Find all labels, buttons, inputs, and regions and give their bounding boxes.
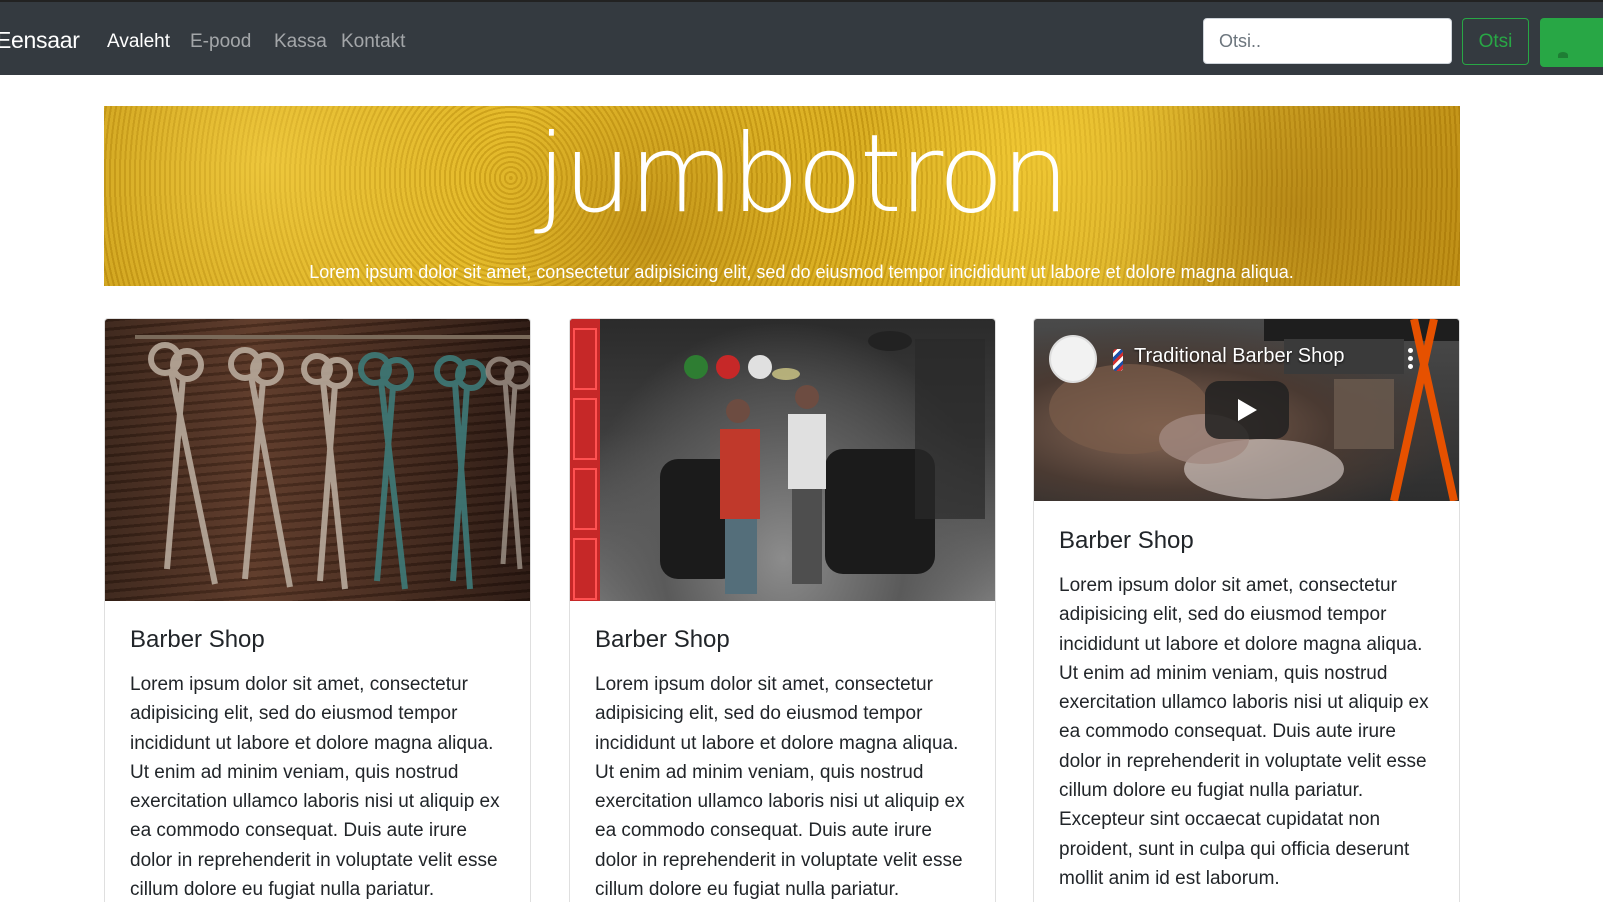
channel-avatar[interactable] bbox=[1049, 335, 1097, 383]
cart-button[interactable] bbox=[1540, 18, 1603, 67]
card-text: Lorem ipsum dolor sit amet, consectetur … bbox=[595, 674, 965, 901]
barbershop-interior-image bbox=[570, 319, 995, 601]
scissors-icon bbox=[135, 335, 530, 590]
card-barber-shop-2: Barber Shop Lorem ipsum dolor sit amet, … bbox=[569, 318, 996, 902]
search-input[interactable] bbox=[1203, 18, 1452, 64]
youtube-video-embed[interactable]: Traditional Barber Shop bbox=[1034, 319, 1459, 501]
play-icon bbox=[1238, 399, 1257, 421]
barber-pole-icon bbox=[1113, 349, 1123, 371]
card-barber-shop-1: Barber Shop Lorem ipsum dolor sit amet, … bbox=[104, 318, 531, 902]
card-title: Barber Shop bbox=[130, 626, 265, 653]
card-title: Barber Shop bbox=[1059, 527, 1194, 554]
play-button[interactable] bbox=[1205, 381, 1289, 439]
jumbotron-subtitle: Lorem ipsum dolor sit amet, consectetur … bbox=[309, 262, 1294, 282]
search-button[interactable]: Otsi bbox=[1462, 18, 1529, 65]
cart-icon bbox=[1558, 52, 1568, 58]
barbershop-scene-icon bbox=[570, 319, 985, 601]
card-barber-shop-3: Traditional Barber Shop Barber Shop Lore… bbox=[1033, 318, 1460, 902]
video-title[interactable]: Traditional Barber Shop bbox=[1134, 345, 1345, 368]
card-title: Barber Shop bbox=[595, 626, 730, 653]
jumbotron-title: jumbotron bbox=[536, 112, 1069, 237]
nav-link-avaleht[interactable]: Avaleht bbox=[107, 31, 170, 53]
more-options-icon[interactable] bbox=[1408, 348, 1414, 370]
navbar: Eensaar Avaleht E-pood Kassa Kontakt Ots… bbox=[0, 0, 1603, 75]
nav-link-kassa[interactable]: Kassa bbox=[274, 31, 327, 53]
brand-logo[interactable]: Eensaar bbox=[0, 27, 80, 54]
card-text: Lorem ipsum dolor sit amet, consectetur … bbox=[1059, 575, 1429, 889]
scissors-image bbox=[105, 319, 530, 601]
nav-link-kontakt[interactable]: Kontakt bbox=[341, 31, 405, 53]
nav-link-e-pood[interactable]: E-pood bbox=[190, 31, 251, 53]
card-text: Lorem ipsum dolor sit amet, consectetur … bbox=[130, 674, 500, 901]
